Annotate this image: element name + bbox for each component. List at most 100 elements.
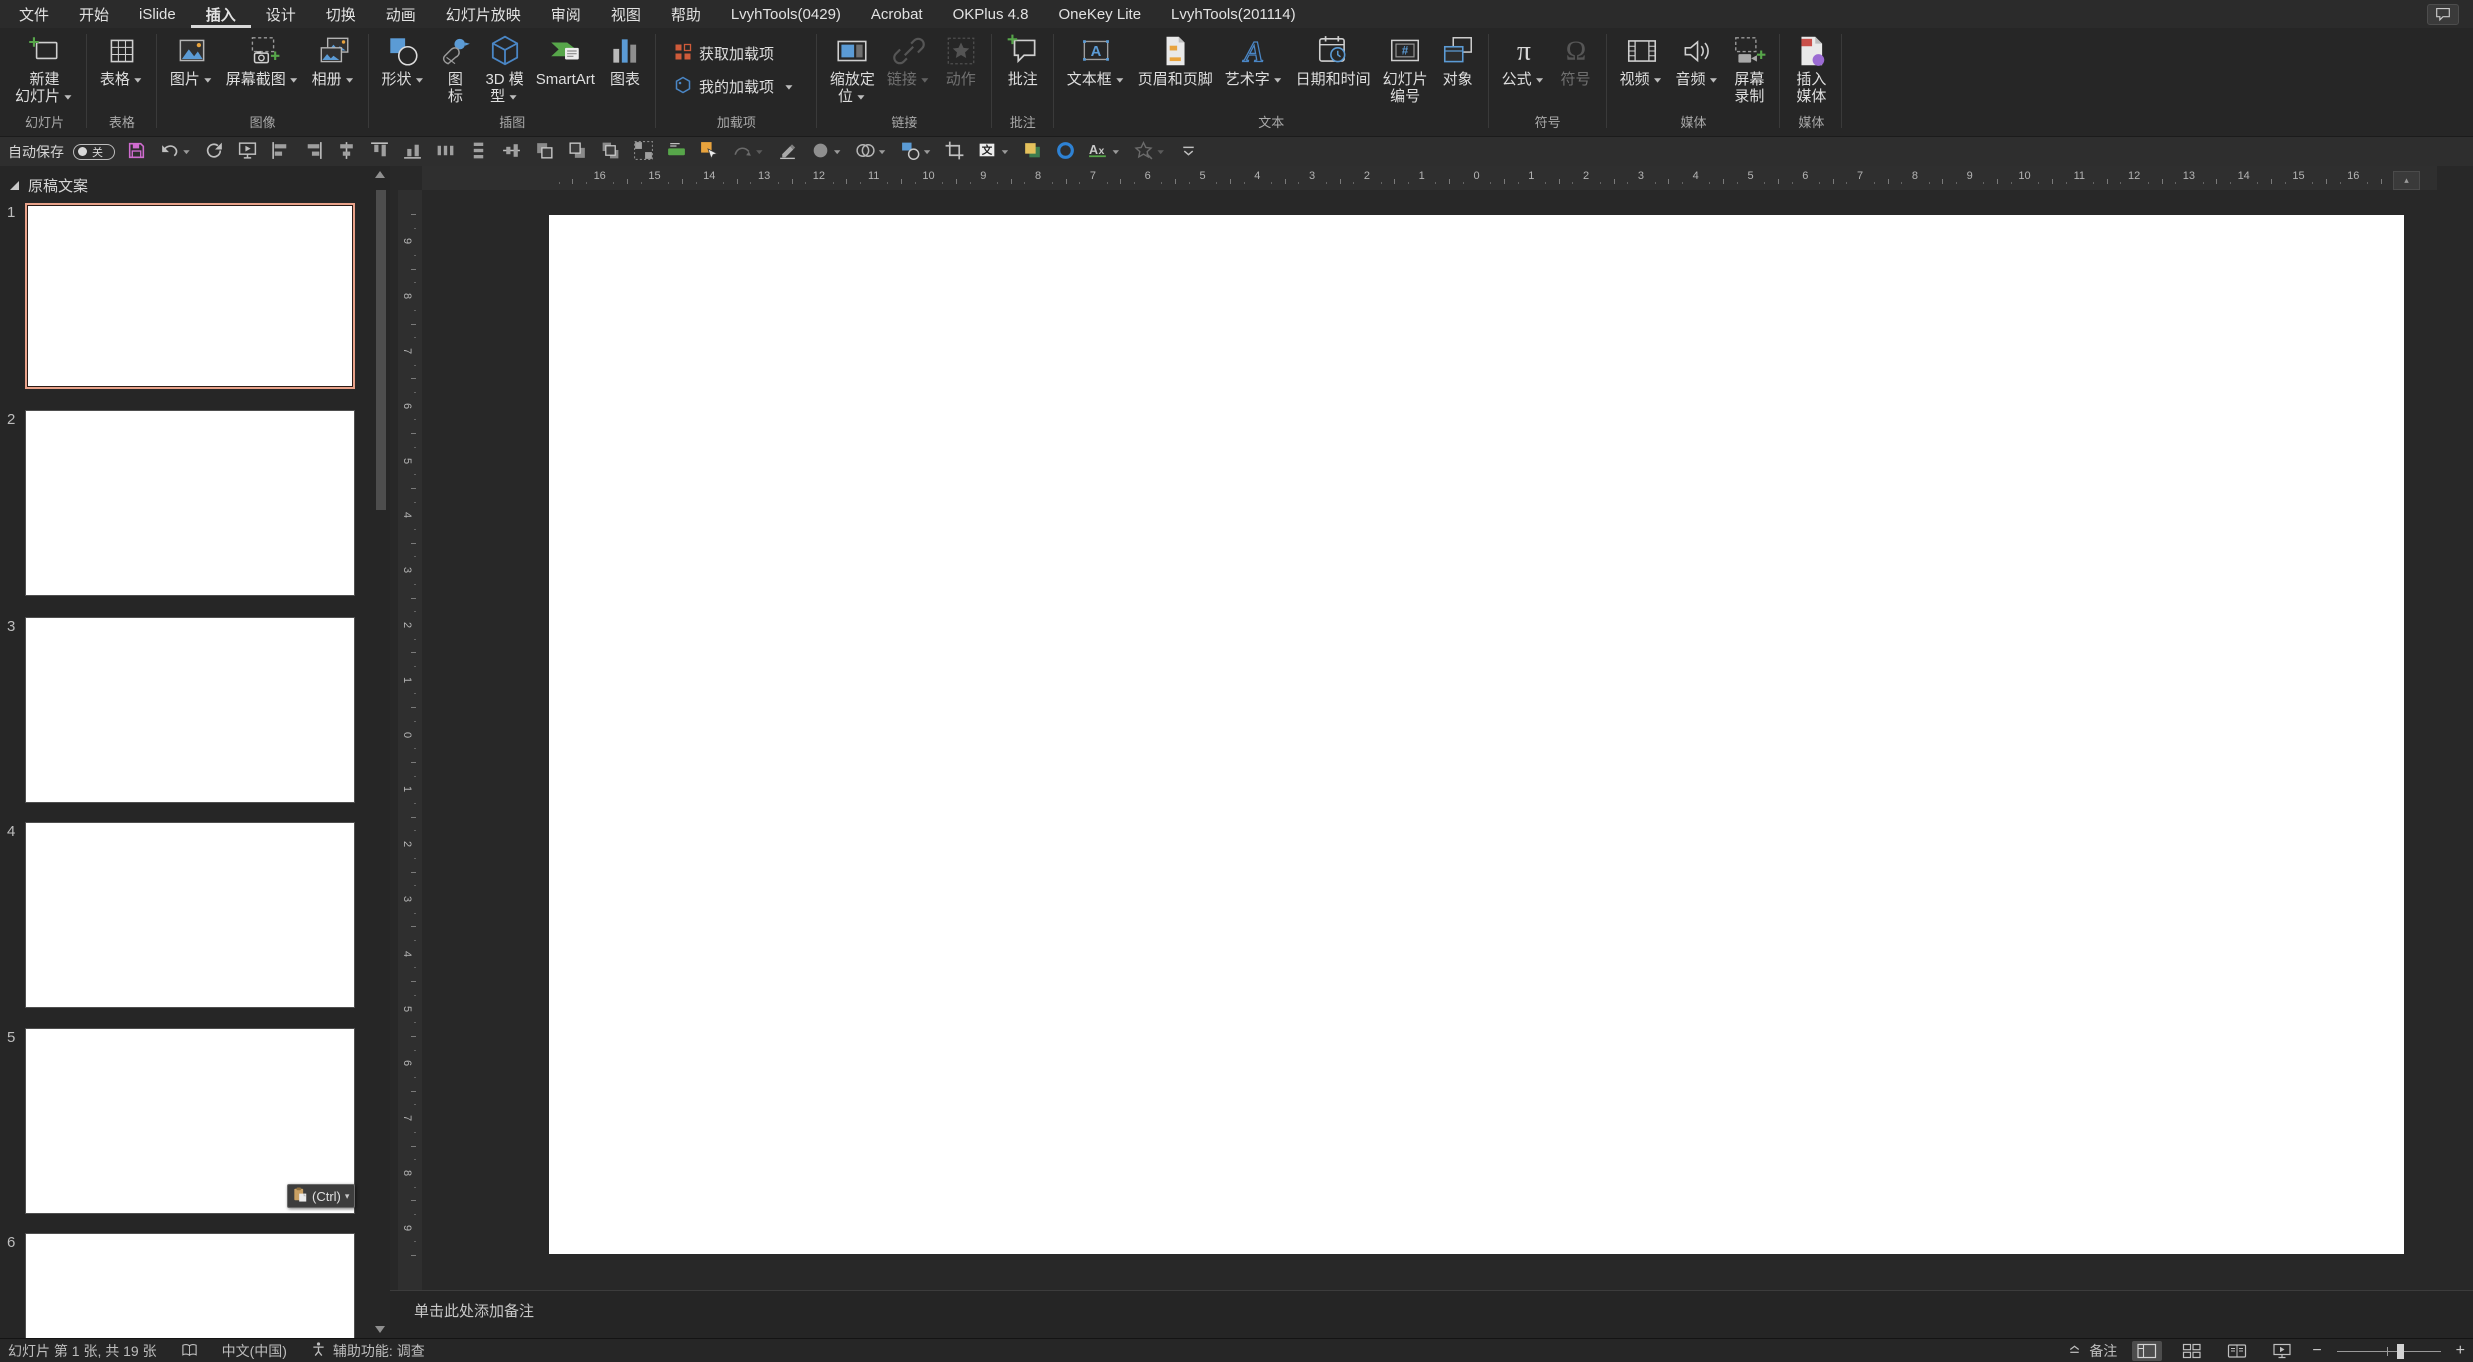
- ribbon-button-new-comment[interactable]: 批注: [999, 31, 1047, 110]
- menu-tab-slide-show[interactable]: 幻灯片放映: [431, 0, 536, 28]
- ribbon-button-album[interactable]: 相册 ▼: [306, 31, 362, 110]
- thumbnails-scrollbar[interactable]: [376, 190, 386, 510]
- qat-bring-forward-button[interactable]: [532, 140, 557, 164]
- qat-align-bottom-button[interactable]: [400, 140, 425, 164]
- comments-button[interactable]: [2427, 4, 2459, 25]
- qat-align-top-button[interactable]: [367, 140, 392, 164]
- zoom-slider-thumb[interactable]: [2396, 1343, 2404, 1359]
- ribbon-button-date-time[interactable]: 日期和时间: [1290, 31, 1377, 110]
- qat-fill-color-button[interactable]: [1020, 140, 1045, 164]
- slide-thumbnail-1[interactable]: [25, 203, 355, 389]
- ribbon-button-header-footer[interactable]: 页眉和页脚: [1132, 31, 1219, 110]
- menu-tab-home[interactable]: 开始: [64, 0, 124, 28]
- qat-character-format-button[interactable]: Ax ▼: [1086, 140, 1123, 164]
- scroll-up-arrow[interactable]: [375, 171, 385, 178]
- ruler-number: 8: [401, 293, 414, 300]
- qat-distribute-horizontally-button[interactable]: [433, 140, 458, 164]
- menu-tab-lvyhtools-201114[interactable]: LvyhTools(201114): [1156, 0, 1311, 28]
- menu-tab-view[interactable]: 视图: [596, 0, 656, 28]
- qat-align-center-button[interactable]: [334, 140, 359, 164]
- section-header[interactable]: 原稿文案: [10, 175, 88, 196]
- slideshow-view-button[interactable]: [2267, 1341, 2297, 1361]
- zoom-out-button[interactable]: −: [2312, 1342, 2321, 1359]
- qat-select-objects-button[interactable]: [697, 140, 722, 164]
- menu-tab-file[interactable]: 文件: [4, 0, 64, 28]
- qat-align-right-button[interactable]: [301, 140, 326, 164]
- ribbon-button-my-addins[interactable]: 我的加载项 ▼: [668, 75, 801, 99]
- menu-tab-islide[interactable]: iSlide: [124, 0, 191, 28]
- notes-toggle-button[interactable]: 备注: [2067, 1341, 2117, 1361]
- qat-repeat-button[interactable]: [202, 140, 227, 164]
- slide-thumbnail-4[interactable]: [25, 822, 355, 1008]
- ribbon-button-chart[interactable]: 图表: [601, 31, 649, 110]
- slide-thumbnail-6[interactable]: [25, 1233, 355, 1338]
- language-indicator[interactable]: 中文(中国): [222, 1341, 287, 1361]
- notes-pane[interactable]: 单击此处添加备注: [390, 1290, 2473, 1338]
- qat-more-commands-button[interactable]: [1176, 140, 1201, 164]
- menu-tab-lvyhtools-0429[interactable]: LvyhTools(0429): [716, 0, 856, 28]
- qat-shape-fill-button[interactable]: ▼: [808, 140, 845, 164]
- paste-options-button[interactable]: (Ctrl) ▾: [287, 1184, 356, 1208]
- qat-format-painter-button[interactable]: [775, 140, 800, 164]
- menu-tab-insert[interactable]: 插入: [191, 0, 251, 28]
- ribbon-button-audio[interactable]: 音频 ▼: [1669, 31, 1725, 110]
- ribbon-button-video[interactable]: 视频 ▼: [1614, 31, 1670, 110]
- menu-tab-animations[interactable]: 动画: [371, 0, 431, 28]
- ribbon-button-slide-number[interactable]: # 幻灯片 编号: [1377, 31, 1434, 110]
- qat-group-objects-button[interactable]: [631, 140, 656, 164]
- slide-sorter-view-button[interactable]: [2177, 1341, 2207, 1361]
- canvas-scroll-up-button[interactable]: ▴: [2393, 171, 2420, 190]
- qat-text-direction-button[interactable]: 文 ▼: [975, 140, 1012, 164]
- qat-merge-shapes-button[interactable]: ▼: [853, 140, 890, 164]
- ribbon-button-screen-record[interactable]: 屏幕 录制: [1725, 31, 1773, 110]
- autosave-toggle[interactable]: 关: [73, 143, 115, 160]
- zoom-slider[interactable]: [2336, 1341, 2441, 1361]
- qat-align-middle-button[interactable]: [499, 140, 524, 164]
- qat-undo-button[interactable]: ▼: [157, 140, 194, 164]
- qat-bring-to-front-button[interactable]: [598, 140, 623, 164]
- menu-tab-help[interactable]: 帮助: [656, 0, 716, 28]
- ribbon-button-icons[interactable]: 图 标: [431, 31, 479, 110]
- ribbon-button-object[interactable]: 对象: [1434, 31, 1482, 110]
- qat-insert-shapes-button[interactable]: ▼: [898, 140, 935, 164]
- zoom-in-button[interactable]: +: [2456, 1342, 2465, 1359]
- dropdown-arrow-icon: ▼: [287, 75, 300, 85]
- menu-tab-transitions[interactable]: 切换: [311, 0, 371, 28]
- ribbon-button-smartart[interactable]: SmartArt: [530, 31, 601, 110]
- qat-align-left-button[interactable]: [268, 140, 293, 164]
- menu-tab-okplus-4-8[interactable]: OKPlus 4.8: [938, 0, 1044, 28]
- reading-view-button[interactable]: [2222, 1341, 2252, 1361]
- qat-distribute-vertically-button[interactable]: [466, 140, 491, 164]
- qat-save-button[interactable]: [124, 140, 149, 164]
- ribbon-button-zoom-link[interactable]: 缩放定 位 ▼: [824, 31, 881, 110]
- accessibility-status[interactable]: 辅助功能: 调查: [311, 1341, 425, 1361]
- qat-outline-color-button[interactable]: [1053, 140, 1078, 164]
- qat-send-backward-button[interactable]: [565, 140, 590, 164]
- slide-editing-area[interactable]: [549, 215, 2404, 1254]
- scroll-down-arrow[interactable]: [375, 1326, 385, 1333]
- qat-selection-pane-button[interactable]: [664, 140, 689, 164]
- menu-tab-design[interactable]: 设计: [251, 0, 311, 28]
- menu-tab-onekey-lite[interactable]: OneKey Lite: [1043, 0, 1156, 28]
- ribbon-button-3d-model[interactable]: 3D 模 型 ▼: [479, 31, 529, 110]
- ribbon-button-picture[interactable]: 图片 ▼: [164, 31, 220, 110]
- ribbon-button-new-slide[interactable]: 新建 幻灯片 ▼: [9, 31, 80, 110]
- ribbon-button-table[interactable]: 表格 ▼: [94, 31, 150, 110]
- spell-check-icon[interactable]: [181, 1342, 198, 1359]
- menu-tab-review[interactable]: 审阅: [536, 0, 596, 28]
- menu-tab-acrobat[interactable]: Acrobat: [856, 0, 938, 28]
- slide-thumbnail-2[interactable]: [25, 410, 355, 596]
- ribbon-button-wordart[interactable]: A 艺术字 ▼: [1219, 31, 1290, 110]
- normal-view-button[interactable]: [2132, 1340, 2163, 1361]
- menu-bar: 文件 开始 iSlide 插入 设计 切换 动画 幻灯片放映 审阅 视图 帮助 LvyhTools(0…: [0, 0, 2473, 28]
- ribbon-button-shapes[interactable]: 形状 ▼: [376, 31, 432, 110]
- slide-thumbnail-3[interactable]: [25, 617, 355, 803]
- ribbon-button-text-box[interactable]: A 文本框 ▼: [1061, 31, 1132, 110]
- qat-crop-button[interactable]: [942, 140, 967, 164]
- ribbon-group-equation: π 公式 ▼ Ω 符号 符号: [1489, 28, 1607, 136]
- qat-start-slideshow-button[interactable]: [235, 140, 260, 164]
- ribbon-button-insert-media[interactable]: 插入 媒体: [1787, 31, 1835, 110]
- ribbon-button-equation[interactable]: π 公式 ▼: [1496, 31, 1552, 110]
- ribbon-button-screenshot[interactable]: 屏幕截图 ▼: [220, 31, 306, 110]
- ribbon-button-store[interactable]: 获取加载项: [668, 42, 780, 66]
